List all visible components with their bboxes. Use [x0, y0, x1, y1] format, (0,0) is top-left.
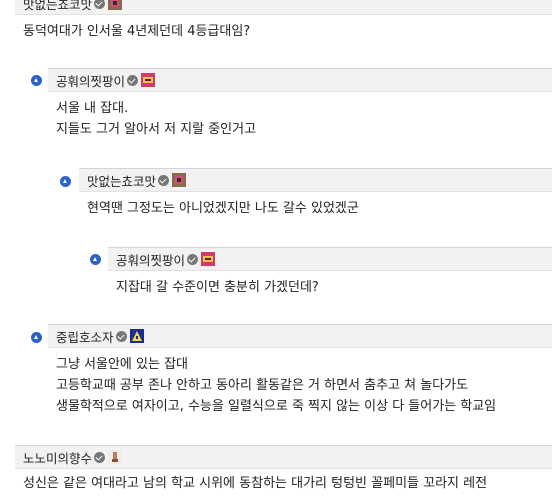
comment-5-header: 노노미의향수 [15, 445, 552, 469]
comment-1-line-2: 지들도 그거 알아서 저 지랄 중인거고 [56, 122, 257, 137]
collapse-toggle-icon[interactable] [60, 176, 71, 187]
comment-2: 맛없는쵸코맛 현역땐 그정도는 아니었겠지만 나도 갈수 있었겠군 [79, 168, 552, 225]
comment-5-line-1: 성신은 같은 여대라고 남의 학교 시위에 동참하는 대가리 텅텅빈 꼴페미들 … [23, 476, 488, 491]
comment-1-header: 공훠의찟팡이 [48, 68, 552, 92]
comment-1-body: 서울 내 잡대. 지들도 그거 알아서 저 지랄 중인거고 [48, 92, 552, 146]
comment-4-line-1: 그냥 서울안에 있는 잡대 [56, 357, 188, 372]
comment-3-body: 지잡대 갈 수준이면 충분히 가겠던데? [108, 271, 552, 304]
verified-icon [158, 174, 170, 186]
comment-3-line-1: 지잡대 갈 수준이면 충분히 가겠던데? [116, 280, 319, 295]
comment-3-header: 공훠의찟팡이 [108, 247, 552, 271]
comment-4-line-3: 생물학적으로 여자이고, 수능을 일렬식으로 죽 찍지 않는 이상 다 들어가는… [56, 399, 497, 414]
comment-0-nickname[interactable]: 맛없는쵸코맛 [23, 0, 92, 13]
comment-5-body: 성신은 같은 여대라고 남의 학교 시위에 동참하는 대가리 텅텅빈 꼴페미들 … [15, 469, 552, 500]
user-badge-icon [172, 173, 187, 187]
user-badge-icon [108, 0, 123, 10]
comment-2-body: 현역땐 그정도는 아니었겠지만 나도 갈수 있었겠군 [79, 192, 552, 225]
comment-2-header: 맛없는쵸코맛 [79, 168, 552, 192]
comment-0: 맛없는쵸코맛 동덕여대가 인서울 4년제던데 4등급대임? [15, 0, 552, 48]
user-badge-icon [201, 252, 216, 266]
verified-icon [94, 0, 106, 9]
comment-4-header: 중립호소자 [48, 324, 552, 348]
comment-2-nickname[interactable]: 맛없는쵸코맛 [87, 171, 156, 190]
comment-1-nickname[interactable]: 공훠의찟팡이 [56, 71, 125, 90]
user-badge-icon [141, 73, 156, 87]
comment-5-nickname[interactable]: 노노미의향수 [23, 448, 92, 467]
comment-4-line-2: 고등학교때 공부 존나 안하고 동아리 활동같은 거 하면서 춤추고 쳐 놀다가… [56, 378, 469, 393]
comment-2-line-1: 현역땐 그정도는 아니었겠지만 나도 갈수 있었겠군 [87, 201, 359, 216]
verified-icon [187, 253, 199, 265]
collapse-toggle-icon[interactable] [31, 332, 42, 343]
comment-1-line-1: 서울 내 잡대. [56, 101, 129, 116]
verified-icon [127, 74, 139, 86]
user-badge-icon [129, 329, 144, 343]
comment-4-body: 그냥 서울안에 있는 잡대 고등학교때 공부 존나 안하고 동아리 활동같은 거… [48, 348, 552, 423]
collapse-toggle-icon[interactable] [90, 254, 101, 265]
comment-1: 공훠의찟팡이 서울 내 잡대. 지들도 그거 알아서 저 지랄 중인거고 [48, 68, 552, 146]
comment-0-line-1: 동덕여대가 인서울 4년제던데 4등급대임? [23, 24, 251, 39]
user-badge-icon [108, 450, 123, 464]
comment-0-body: 동덕여대가 인서울 4년제던데 4등급대임? [15, 15, 552, 48]
comment-4: 중립호소자 그냥 서울안에 있는 잡대 고등학교때 공부 존나 안하고 동아리 … [48, 324, 552, 423]
comment-4-nickname[interactable]: 중립호소자 [56, 327, 114, 346]
comment-3-nickname[interactable]: 공훠의찟팡이 [116, 250, 185, 269]
verified-icon [115, 330, 127, 342]
comment-3: 공훠의찟팡이 지잡대 갈 수준이면 충분히 가겠던데? [108, 247, 552, 304]
comment-5: 노노미의향수 성신은 같은 여대라고 남의 학교 시위에 동참하는 대가리 텅텅… [15, 445, 552, 500]
verified-icon [94, 451, 106, 463]
comment-0-header: 맛없는쵸코맛 [15, 0, 552, 15]
collapse-toggle-icon[interactable] [31, 75, 42, 86]
